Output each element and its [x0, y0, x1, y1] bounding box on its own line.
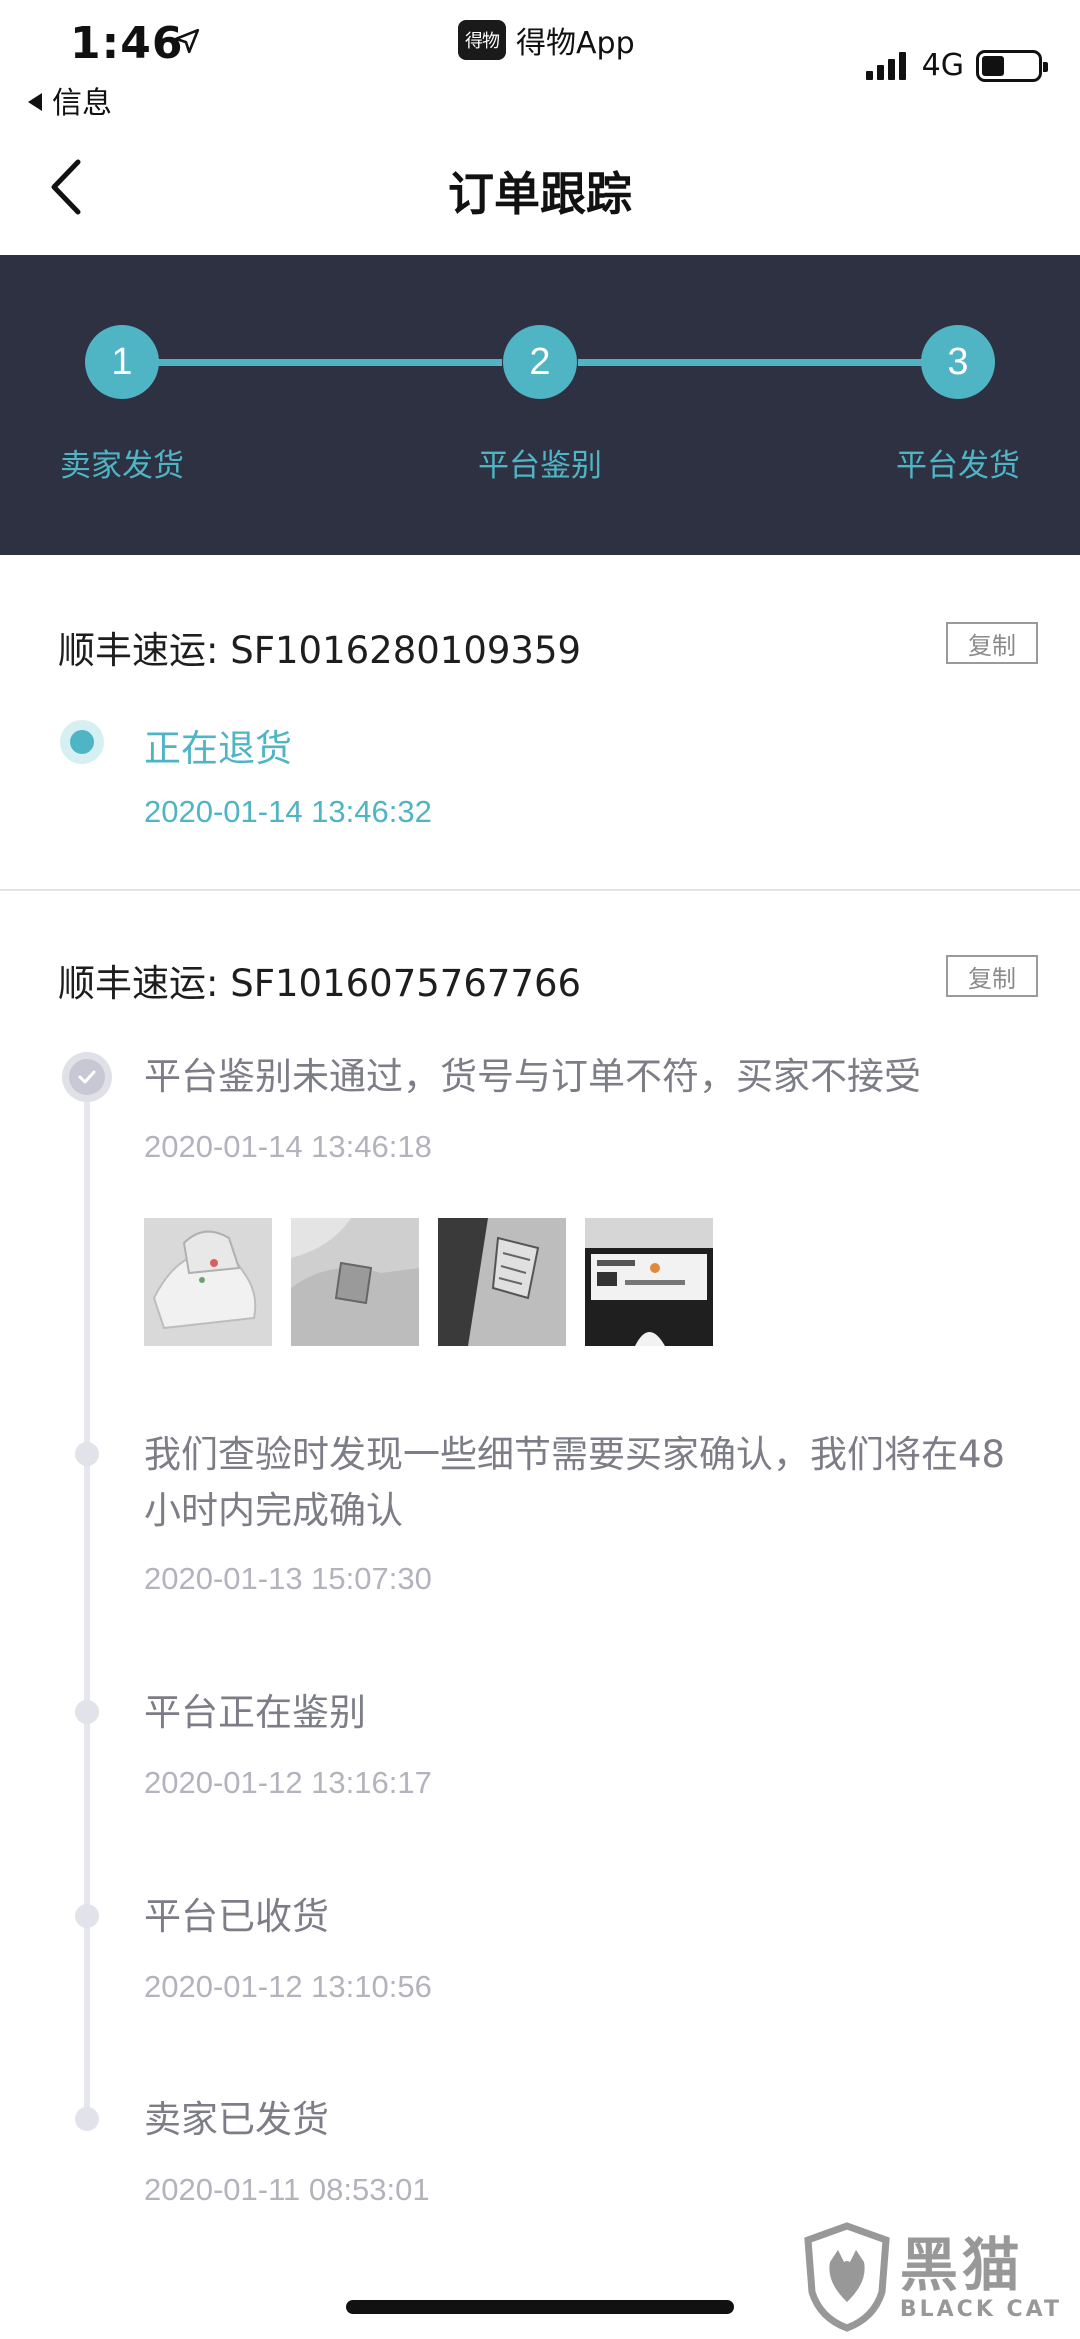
- timeline-line: [84, 1078, 90, 2118]
- back-triangle-icon: [28, 93, 42, 111]
- timeline-dot-icon: [75, 2107, 99, 2131]
- timeline-dot-icon: [75, 1700, 99, 1724]
- inbound-tracking-number: 顺丰速运: SF1016075767766: [58, 962, 582, 1005]
- check-circle-icon: [62, 1052, 112, 1102]
- inspection-photos: [144, 1218, 732, 1346]
- inspection-photo-sneaker[interactable]: [144, 1218, 272, 1346]
- app-logo: 得物: [458, 20, 506, 60]
- status-time: 1:46: [70, 18, 184, 69]
- location-arrow-icon: [174, 28, 200, 54]
- black-cat-watermark: 黑猫 BLACK CAT: [802, 2222, 1062, 2332]
- return-status-title: 正在退货: [144, 727, 292, 770]
- status-indicators: 4G: [865, 48, 1048, 83]
- timeline-event-time: 2020-01-14 13:46:18: [144, 1129, 432, 1164]
- timeline-event-title: 平台已收货: [144, 1895, 329, 1938]
- return-tracking-number: 顺丰速运: SF1016280109359: [58, 629, 582, 672]
- battery-fill: [982, 55, 1004, 76]
- step-1-label: 卖家发货: [60, 448, 184, 484]
- timeline-event-title: 卖家已发货: [144, 2098, 329, 2141]
- status-bar: 1:46 信息 得物 得物App 4G: [0, 0, 1080, 130]
- timeline-event-time: 2020-01-12 13:10:56: [144, 1969, 432, 2004]
- inspection-photo-detail[interactable]: [291, 1218, 419, 1346]
- timeline-event-time: 2020-01-12 13:16:17: [144, 1765, 432, 1800]
- timeline-event-title: 平台正在鉴别: [144, 1691, 366, 1734]
- return-status-time: 2020-01-14 13:46:32: [144, 794, 432, 829]
- timeline-event-title: 我们查验时发现一些细节需要买家确认，我们将在48小时内完成确认: [144, 1433, 1006, 1532]
- inspection-photo-box-tag[interactable]: [585, 1218, 713, 1346]
- watermark-cn-text: 黑猫: [899, 2230, 1024, 2299]
- timeline-event-title: 平台鉴别未通过，货号与订单不符，买家不接受: [144, 1055, 921, 1098]
- back-to-app[interactable]: 信息: [28, 78, 112, 122]
- app-indicator: 得物 得物App: [458, 18, 635, 62]
- signal-bars-icon: [865, 51, 910, 80]
- timeline-dot-icon: [75, 1442, 99, 1466]
- timeline-dot-icon: [75, 1904, 99, 1928]
- step-2-label: 平台鉴别: [478, 448, 602, 484]
- step-connector: [158, 359, 502, 366]
- timeline-event-time: 2020-01-11 08:53:01: [144, 2172, 430, 2207]
- copy-inbound-tracking-button[interactable]: 复制: [946, 955, 1038, 997]
- app-name: 得物App: [516, 26, 635, 61]
- home-indicator[interactable]: [346, 2300, 734, 2314]
- back-app-label: 信息: [52, 86, 112, 121]
- step-connector: [578, 359, 922, 366]
- nav-bar: 订单跟踪: [0, 130, 1080, 255]
- cat-shield-logo-icon: [804, 2222, 890, 2332]
- active-status-dot-icon: [60, 720, 104, 764]
- watermark-en-text: BLACK CAT: [899, 2296, 1062, 2322]
- step-2-circle: 2: [503, 325, 577, 399]
- inspection-photo-label[interactable]: [438, 1218, 566, 1346]
- copy-return-tracking-button[interactable]: 复制: [946, 622, 1038, 664]
- page-title: 订单跟踪: [448, 167, 632, 221]
- timeline-event-time: 2020-01-13 15:07:30: [144, 1561, 432, 1596]
- network-type: 4G: [921, 48, 964, 83]
- section-divider: [0, 889, 1080, 891]
- battery-icon: [976, 49, 1048, 82]
- step-3-circle: 3: [921, 325, 995, 399]
- step-3-label: 平台发货: [896, 448, 1020, 484]
- step-1-circle: 1: [85, 325, 159, 399]
- order-progress-steps: 1 2 3 卖家发货 平台鉴别 平台发货: [0, 255, 1080, 555]
